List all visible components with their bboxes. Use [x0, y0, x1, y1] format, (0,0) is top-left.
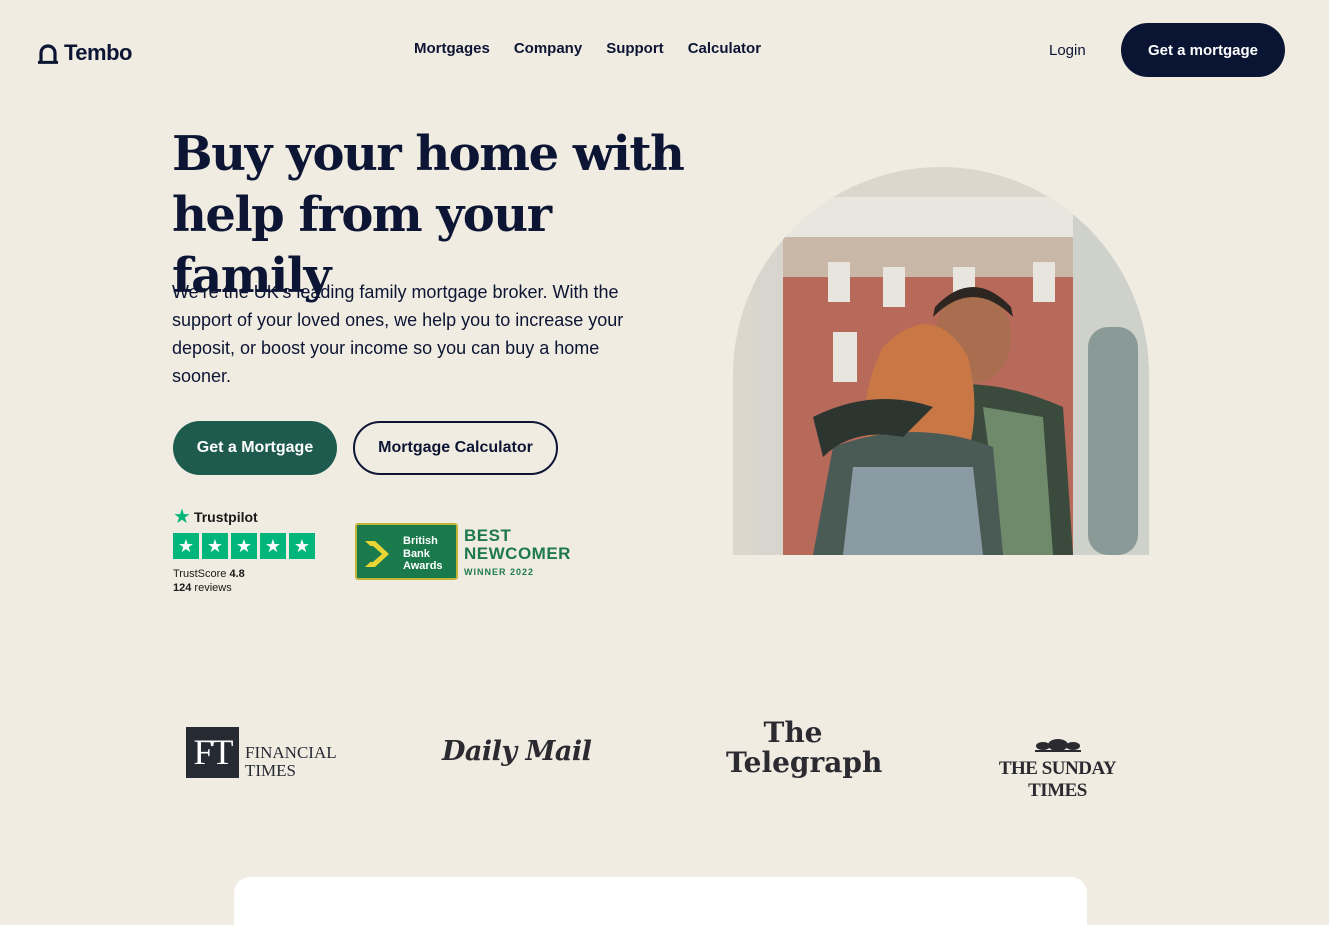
- nav-company[interactable]: Company: [514, 40, 582, 57]
- nav-support[interactable]: Support: [606, 40, 664, 57]
- sunday-times-logo: THE SUNDAY TIMES: [969, 736, 1146, 802]
- star-icon: ★: [260, 533, 286, 559]
- crest-icon: [1034, 739, 1081, 752]
- hero-description: We’re the UK’s leading family mortgage b…: [172, 282, 624, 386]
- mortgage-calculator-button[interactable]: Mortgage Calculator: [353, 421, 558, 475]
- trustscore: TrustScore 4.8 124 reviews: [173, 568, 245, 594]
- star-icon: ★: [231, 533, 257, 559]
- award-subtitle: WINNER 2022: [464, 566, 535, 577]
- login-link[interactable]: Login: [1049, 42, 1086, 59]
- content-card: [234, 877, 1087, 925]
- trustpilot-star-icon: ★: [173, 506, 191, 528]
- hero-photo: [733, 167, 1149, 555]
- star-icon: ★: [202, 533, 228, 559]
- logo-text: Tembo: [64, 40, 132, 65]
- award-badge: British Bank Awards: [355, 523, 458, 580]
- tembo-logo-icon: [38, 44, 58, 64]
- daily-mail-logo: Daily Mail: [442, 736, 592, 767]
- trustpilot-rating-stars: ★ ★ ★ ★ ★: [173, 533, 323, 559]
- nav-calculator[interactable]: Calculator: [688, 40, 761, 57]
- nav-mortgages[interactable]: Mortgages: [414, 40, 490, 57]
- get-mortgage-header-button[interactable]: Get a mortgage: [1121, 23, 1285, 77]
- trustpilot-brand: Trustpilot: [193, 509, 258, 525]
- couple-hugging-photo-icon: [733, 167, 1149, 555]
- award-title-line1: BEST: [464, 525, 512, 545]
- award-emblem-icon: [365, 541, 389, 567]
- financial-times-logo: FT FINANCIAL TIMES: [186, 727, 337, 780]
- trustscore-value: 4.8: [229, 568, 245, 580]
- get-mortgage-button[interactable]: Get a Mortgage: [173, 421, 337, 475]
- star-icon: ★: [173, 533, 199, 559]
- telegraph-logo: The Telegraph: [726, 716, 883, 779]
- main-nav: Mortgages Company Support Calculator: [414, 40, 761, 57]
- trustpilot-widget[interactable]: ★ Trustpilot ★ ★ ★ ★ ★ TrustScore 4.8 12…: [173, 507, 323, 595]
- press-logos: FT FINANCIAL TIMES Daily Mail The Telegr…: [0, 712, 1329, 802]
- british-bank-award: British Bank Awards BEST NEWCOMER WINNER…: [355, 523, 571, 580]
- star-icon: ★: [289, 533, 315, 559]
- award-title-line2: NEWCOMER: [464, 543, 571, 563]
- reviews-count: 124: [173, 582, 192, 594]
- tembo-logo[interactable]: Tembo: [38, 40, 132, 66]
